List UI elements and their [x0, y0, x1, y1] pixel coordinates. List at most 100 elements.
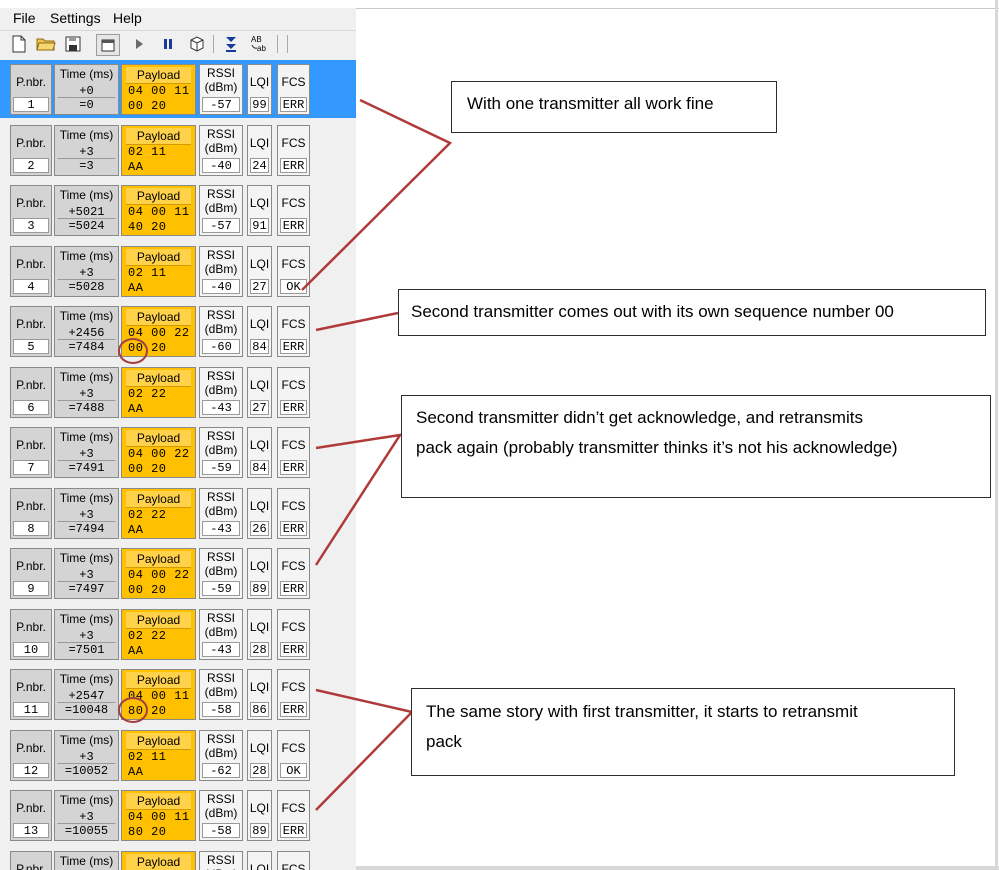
packet-row[interactable]: P.nbr. 7 Time (ms) +3 =7491 Payload 04 00 22 00… — [0, 423, 356, 481]
packet-number-header: P.nbr. — [16, 377, 46, 392]
packet-list: P.nbr. 1 Time (ms) +0 =0 Payload 04 00 11 00 20… — [0, 60, 356, 870]
rssi-value: -59 — [202, 460, 240, 475]
lqi-header: LQI — [249, 196, 270, 210]
packet-row[interactable]: P.nbr. 4 Time (ms) +3 =5028 Payload 02 11 AA RSS… — [0, 242, 356, 300]
fcs-cell: FCS ERR — [277, 366, 310, 418]
lqi-header: LQI — [249, 438, 270, 452]
rssi-label: RSSI — [206, 429, 235, 443]
payload-bytes-line1: 02 22 — [128, 628, 167, 643]
rssi-cell: RSSI (dBm) -62 — [199, 729, 243, 781]
packet-row[interactable]: P.nbr. 12 Time (ms) +3 =10052 Payload 02 11 AA R… — [0, 726, 356, 784]
rssi-header: RSSI(dBm) — [200, 792, 242, 820]
payload-header: Payload — [126, 551, 191, 568]
time-delta: +3 — [79, 386, 94, 401]
lqi-header: LQI — [249, 861, 270, 870]
packet-row[interactable]: P.nbr. 13 Time (ms) +3 =10055 Payload 04 00 11… — [0, 786, 356, 844]
rssi-header: RSSI(dBm) — [200, 308, 242, 336]
fcs-cell: FCS ERR — [277, 64, 310, 115]
packet-row[interactable]: P.nbr. 11 Time (ms) +2547 =10048 Payload 04 00… — [0, 665, 356, 723]
packet-row[interactable]: P.nbr. Time (ms) Payload RSSI(dBm) LQI FCS — [0, 847, 356, 870]
callout-one-transmitter: With one transmitter all work fine — [451, 81, 777, 133]
payload-cell: Payload 02 11 AA — [121, 729, 196, 781]
rssi-unit: (dBm) — [204, 806, 238, 820]
fcs-cell: FCS OK — [277, 245, 310, 297]
packet-number: 11 — [13, 702, 49, 717]
packet-number-cell: P.nbr. 9 — [10, 548, 52, 599]
fcs-cell: FCS ERR — [277, 608, 310, 660]
payload-bytes-line1: 02 11 — [128, 144, 167, 159]
time-cell: Time (ms) +3 =7497 — [54, 548, 119, 599]
ab-ab-icon[interactable]: AB ab — [248, 34, 270, 54]
rssi-value: -62 — [202, 762, 240, 778]
lqi-header: LQI — [249, 75, 270, 89]
time-delta: +3 — [79, 568, 94, 582]
time-absolute: =10055 — [57, 823, 116, 838]
time-delta: +3 — [79, 810, 94, 824]
rssi-cell: RSSI (dBm) -43 — [199, 487, 243, 539]
clipboard-icon[interactable] — [96, 34, 120, 56]
payload-cell: Payload 02 22 AA — [121, 608, 196, 660]
packet-sniffer-window: File Settings Help AB ab P.nbr. 1 Time (… — [0, 8, 356, 870]
callout-second-transmitter: Second transmitter comes out with its ow… — [398, 289, 986, 336]
svg-text:ab: ab — [257, 44, 266, 53]
rssi-unit: (dBm) — [204, 201, 238, 215]
save-icon[interactable] — [62, 34, 84, 54]
packet-row[interactable]: P.nbr. 8 Time (ms) +3 =7494 Payload 02 22 AA RSS… — [0, 484, 356, 542]
fcs-header: FCS — [281, 377, 306, 392]
packet-number-header: P.nbr. — [16, 135, 46, 150]
time-header: Time (ms) — [59, 430, 114, 444]
packet-row[interactable]: P.nbr. 5 Time (ms) +2456 =7484 Payload 04 00 2… — [0, 302, 356, 360]
rssi-value: -57 — [202, 218, 240, 233]
packet-number-cell: P.nbr. 7 — [10, 427, 52, 478]
menu-bar: File Settings Help — [0, 8, 356, 28]
scroll-down-icon[interactable] — [220, 34, 242, 54]
lqi-cell: LQI 26 — [247, 487, 272, 539]
packet-row[interactable]: P.nbr. 9 Time (ms) +3 =7497 Payload 04 00 22 00… — [0, 544, 356, 602]
packet-row[interactable]: P.nbr. 2 Time (ms) +3 =3 Payload 02 11 AA RSSI (d… — [0, 121, 356, 179]
menu-file[interactable]: File — [13, 10, 36, 26]
packet-row[interactable]: P.nbr. 6 Time (ms) +3 =7488 Payload 02 22 AA RSS… — [0, 363, 356, 421]
payload-bytes-line2: 00 20 — [128, 99, 167, 113]
lqi-value: 26 — [250, 520, 269, 536]
lqi-header: LQI — [249, 619, 270, 634]
rssi-label: RSSI — [206, 308, 235, 322]
fcs-cell: FCS ERR — [277, 185, 310, 236]
rssi-cell: RSSI(dBm) — [199, 850, 243, 870]
packet-row[interactable]: P.nbr. 3 Time (ms) +5021 =5024 Payload 04 00 1… — [0, 181, 356, 239]
lqi-header: LQI — [249, 135, 270, 150]
rssi-unit: (dBm) — [205, 867, 238, 870]
time-cell: Time (ms) +3 =7501 — [54, 608, 119, 660]
rssi-header: RSSI(dBm) — [200, 490, 242, 518]
time-header: Time (ms) — [59, 248, 114, 263]
packet-number: 3 — [13, 218, 49, 233]
play-icon[interactable] — [128, 34, 150, 54]
time-delta: +3 — [79, 447, 94, 461]
packet-row[interactable]: P.nbr. 10 Time (ms) +3 =7501 Payload 02 22 AA RS… — [0, 605, 356, 663]
new-file-icon[interactable] — [8, 34, 30, 54]
time-cell: Time (ms) +2456 =7484 — [54, 306, 119, 357]
payload-header: Payload — [126, 248, 191, 266]
rssi-unit: (dBm) — [204, 564, 238, 578]
rssi-label: RSSI — [206, 247, 235, 262]
lqi-value: 27 — [250, 399, 269, 415]
menu-help[interactable]: Help — [113, 10, 142, 26]
packet-row[interactable]: P.nbr. 1 Time (ms) +0 =0 Payload 04 00 11 00 20… — [0, 60, 356, 118]
time-header: Time (ms) — [59, 732, 114, 747]
time-header: Time (ms) — [59, 127, 114, 142]
menu-settings[interactable]: Settings — [50, 10, 101, 26]
payload-bytes-line1: 04 00 11 — [128, 810, 190, 824]
fcs-value: ERR — [280, 641, 307, 657]
rssi-header: RSSI(dBm) — [200, 127, 242, 155]
pause-icon[interactable] — [157, 34, 179, 54]
packet-number-header: P.nbr. — [16, 680, 46, 694]
payload-header: Payload — [126, 309, 191, 326]
payload-bytes-line1: 02 11 — [128, 265, 167, 280]
lqi-cell: LQI 91 — [247, 185, 272, 236]
settings-box-icon[interactable] — [186, 34, 208, 54]
open-folder-icon[interactable] — [35, 34, 57, 54]
payload-bytes-line1: 02 22 — [128, 507, 167, 522]
fcs-cell: FCS — [277, 850, 310, 870]
packet-number-header: P.nbr. — [16, 438, 46, 452]
fcs-value: ERR — [280, 157, 307, 173]
rssi-value: -43 — [202, 399, 240, 415]
